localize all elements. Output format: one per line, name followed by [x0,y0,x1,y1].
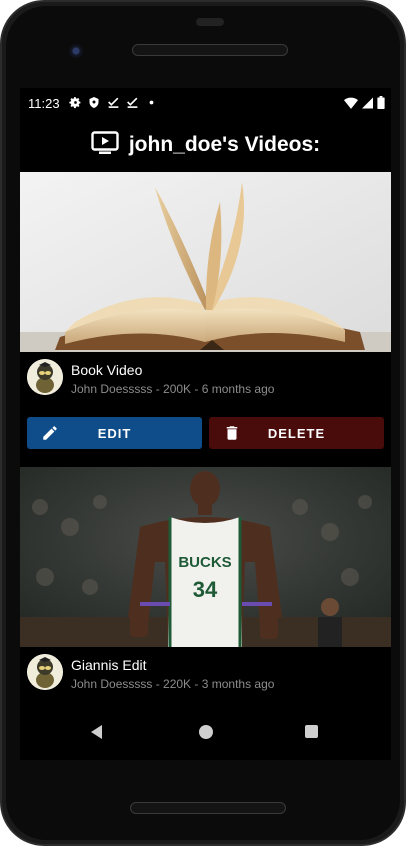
recents-icon[interactable] [305,725,318,738]
video-subtitle: John Doesssss - 200K - 6 months ago [71,382,275,396]
system-nav-bar [20,714,391,760]
open-book-image [20,172,391,352]
earpiece-speaker [132,44,288,56]
video-meta-giannis: Giannis Edit John Doesssss - 220K - 3 mo… [20,651,391,695]
status-right-icons [344,96,385,114]
front-camera [68,43,84,59]
pencil-icon [41,424,59,442]
tv-play-icon [91,130,119,160]
svg-text:BUCKS: BUCKS [178,554,231,571]
device-frame: 11:23 john_doe's Videos: Book Video John… [0,0,406,846]
video-thumbnail-giannis[interactable]: BUCKS 34 [20,467,391,647]
svg-text:34: 34 [193,577,218,602]
video-subtitle: John Doesssss - 220K - 3 months ago [71,677,275,691]
battery-icon [377,96,385,114]
page-title: john_doe's Videos: [128,133,321,156]
screen: 11:23 john_doe's Videos: Book Video John… [20,88,391,760]
delete-button[interactable]: DELETE [209,417,384,449]
cell-signal-icon [362,96,373,114]
basketball-player-image: BUCKS 34 [20,467,391,647]
top-notch [196,18,224,26]
download-check-icon [107,96,121,110]
bottom-speaker [130,802,286,814]
status-left-icons [69,96,159,110]
trash-icon [223,424,241,442]
back-icon[interactable] [90,725,104,744]
video-meta-book: Book Video John Doesssss - 200K - 6 mont… [20,356,391,400]
dot-icon [145,96,159,110]
wifi-icon [344,96,358,114]
shield-icon [88,96,102,110]
app-header: john_doe's Videos: [20,128,391,162]
video-title[interactable]: Giannis Edit [71,657,146,673]
edit-button[interactable]: EDIT [27,417,202,449]
gear-icon [69,96,83,110]
status-time: 11:23 [28,96,60,111]
video-title[interactable]: Book Video [71,362,142,378]
avatar[interactable] [27,359,63,395]
home-icon[interactable] [199,725,213,739]
video-thumbnail-book[interactable] [20,172,391,352]
status-bar: 11:23 [20,88,391,118]
avatar[interactable] [27,654,63,690]
download-check-icon [126,96,140,110]
